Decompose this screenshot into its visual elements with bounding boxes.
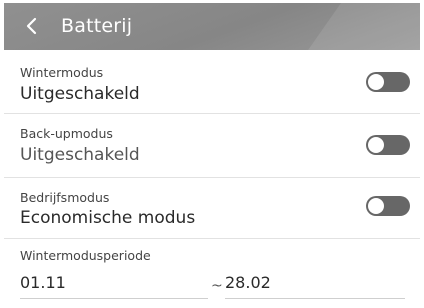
setting-row-backupmodus: Back-upmodus Uitgeschakeld (4, 114, 420, 178)
winter-period-label: Wintermodusperiode (20, 248, 151, 263)
setting-row-bedrijfsmodus: Bedrijfsmodus Economische modus (4, 178, 420, 239)
setting-row-wintermodus: Wintermodus Uitgeschakeld (4, 50, 420, 114)
battery-settings-screen: Batterij Wintermodus Uitgeschakeld Back-… (0, 0, 424, 308)
period-end-field[interactable]: 28.02 (225, 273, 405, 299)
toggle-knob (368, 198, 384, 214)
backupmodus-toggle[interactable] (366, 135, 410, 155)
header-bar: Batterij (4, 3, 420, 50)
setting-label: Wintermodus (20, 65, 104, 80)
page-title: Batterij (61, 15, 133, 37)
wintermodus-toggle[interactable] (366, 72, 410, 92)
setting-value: Uitgeschakeld (20, 84, 140, 104)
setting-value: Economische modus (20, 208, 196, 228)
back-button[interactable] (14, 9, 48, 43)
winter-period-row: Wintermodusperiode 01.11 ~ 28.02 (4, 242, 420, 304)
header-decoration (291, 3, 420, 50)
setting-label: Back-upmodus (20, 126, 113, 141)
toggle-knob (368, 74, 384, 90)
setting-label: Bedrijfsmodus (20, 190, 110, 205)
toggle-knob (368, 137, 384, 153)
period-start-field[interactable]: 01.11 (20, 273, 208, 299)
bedrijfsmodus-toggle[interactable] (366, 196, 410, 216)
setting-value: Uitgeschakeld (20, 145, 140, 165)
chevron-left-icon (25, 17, 37, 35)
period-separator: ~ (211, 278, 223, 294)
